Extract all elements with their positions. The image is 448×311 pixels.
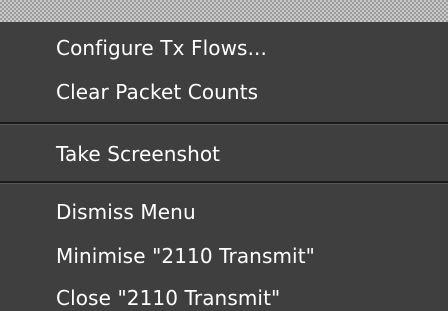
context-menu: Configure Tx Flows... Clear Packet Count… — [0, 0, 448, 311]
menu-item-close[interactable]: Close "2110 Transmit" — [56, 281, 280, 311]
menu-item-minimise[interactable]: Minimise "2110 Transmit" — [56, 239, 315, 273]
menu-item-take-screenshot[interactable]: Take Screenshot — [56, 137, 220, 171]
menu-item-dismiss-menu[interactable]: Dismiss Menu — [56, 195, 196, 229]
menu-item-clear-packet-counts[interactable]: Clear Packet Counts — [56, 75, 258, 109]
menu-separator — [0, 181, 448, 184]
menu-item-configure-tx-flows[interactable]: Configure Tx Flows... — [56, 31, 267, 65]
menu-top-border — [0, 0, 448, 22]
menu-separator — [0, 122, 448, 125]
